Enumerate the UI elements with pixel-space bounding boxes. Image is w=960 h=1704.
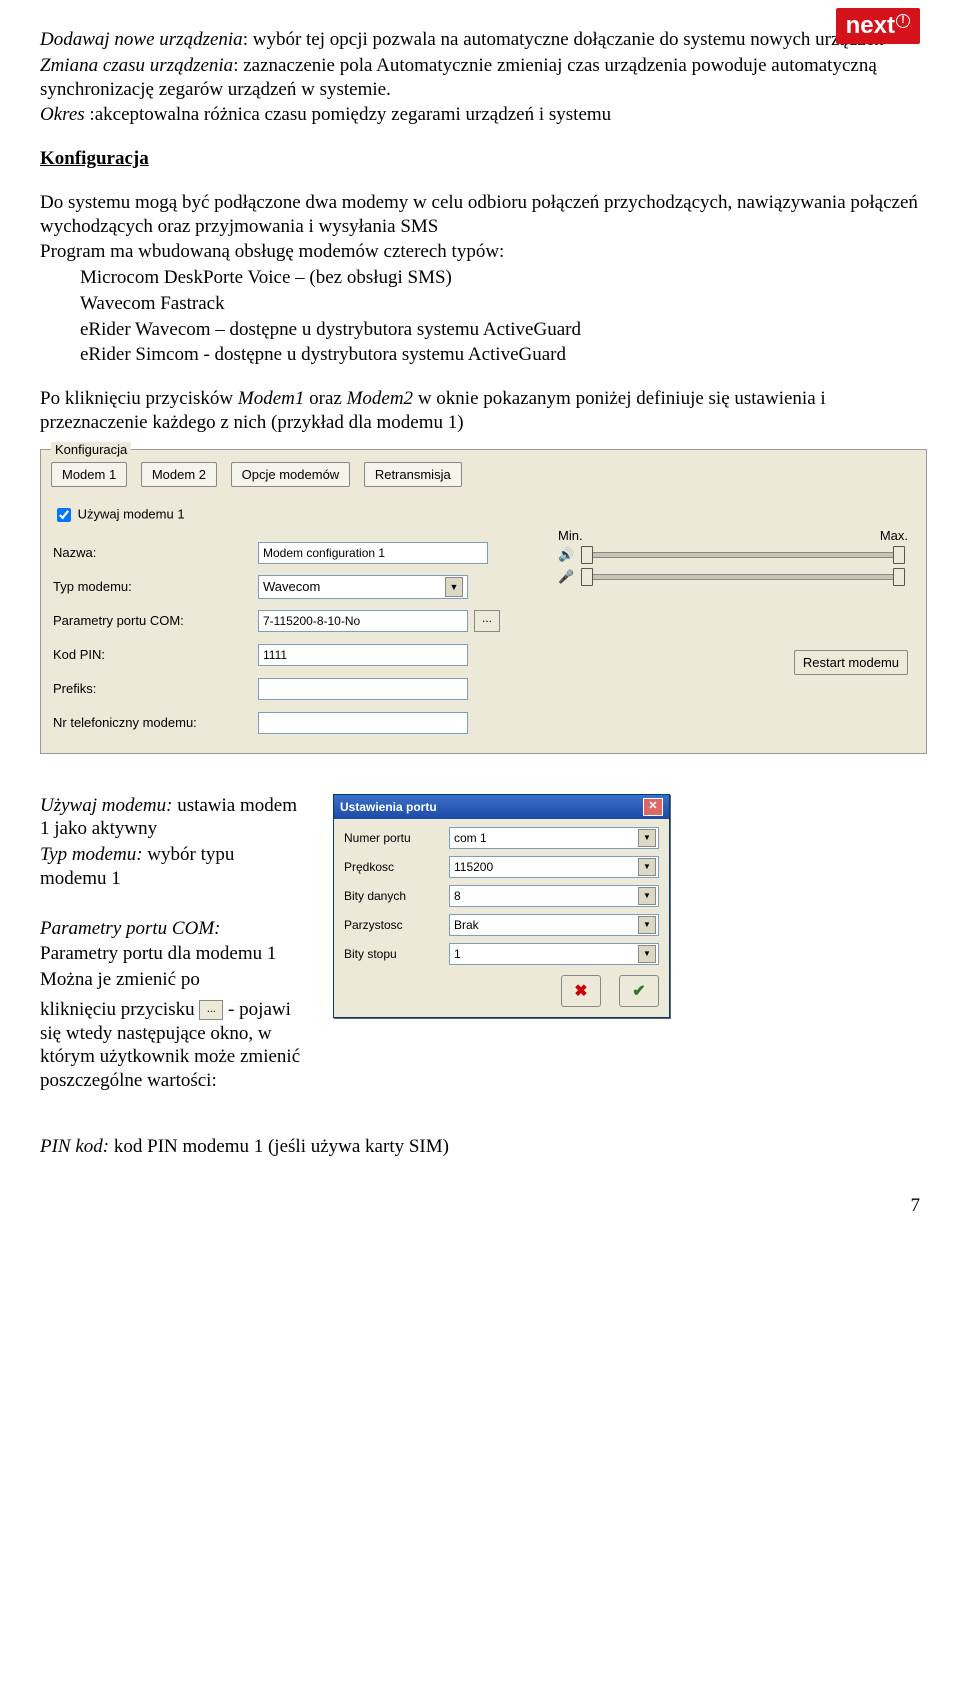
term-modem1: Modem1 bbox=[238, 388, 304, 409]
paragraph-modems-intro: Do systemu mogą być podłączone dwa modem… bbox=[40, 191, 920, 239]
speaker-slider-max-thumb[interactable] bbox=[893, 546, 905, 564]
tab-modem1[interactable]: Modem 1 bbox=[51, 462, 127, 487]
brand-logo: next! bbox=[836, 8, 920, 44]
paragraph-click-buttons: Po kliknięciu przycisków Modem1 oraz Mod… bbox=[40, 387, 920, 435]
tab-modem-options[interactable]: Opcje modemów bbox=[231, 462, 351, 487]
paragraph-pin: PIN kod: kod PIN modemu 1 (jeśli używa k… bbox=[40, 1135, 920, 1159]
tab-retransmission[interactable]: Retransmisja bbox=[364, 462, 462, 487]
com-browse-button[interactable]: ... bbox=[474, 610, 500, 632]
label-port-number: Numer portu bbox=[344, 831, 449, 845]
dialog-title: Ustawienia portu bbox=[340, 800, 437, 814]
paragraph-modem-types: Program ma wbudowaną obsługę modemów czt… bbox=[40, 240, 920, 264]
input-name[interactable] bbox=[258, 542, 488, 564]
desc-com-params-3: kliknięciu przycisku ... - pojawi się wt… bbox=[40, 998, 305, 1093]
use-modem-checkbox[interactable] bbox=[57, 508, 71, 522]
list-item-4: eRider Simcom - dostępne u dystrybutora … bbox=[40, 343, 920, 367]
chevron-down-icon: ▼ bbox=[638, 945, 656, 963]
term-modem-type: Typ modemu: bbox=[40, 844, 147, 865]
desc-period: :akceptowalna różnica czasu pomiędzy zeg… bbox=[89, 104, 611, 125]
select-databits[interactable]: 8 ▼ bbox=[449, 885, 659, 907]
logo-text: next bbox=[846, 12, 895, 39]
heading-konfiguracja: Konfiguracja bbox=[40, 147, 920, 171]
use-modem-row: Używaj modemu 1 bbox=[53, 505, 914, 525]
chevron-down-icon: ▼ bbox=[445, 577, 463, 597]
term-period: Okres bbox=[40, 104, 89, 125]
paragraph-time-change: Zmiana czasu urządzenia: zaznaczenie pol… bbox=[40, 54, 920, 102]
label-databits: Bity danych bbox=[344, 889, 449, 903]
config-panel: Konfiguracja Modem 1 Modem 2 Opcje modem… bbox=[40, 449, 927, 754]
chevron-down-icon: ▼ bbox=[638, 887, 656, 905]
use-modem-label: Używaj modemu 1 bbox=[78, 506, 185, 521]
select-baud[interactable]: 115200 ▼ bbox=[449, 856, 659, 878]
label-type: Typ modemu: bbox=[53, 579, 258, 594]
restart-modem-button[interactable]: Restart modemu bbox=[794, 650, 908, 675]
label-tel: Nr telefoniczny modemu: bbox=[53, 715, 258, 730]
ok-button[interactable]: ✔ bbox=[619, 975, 659, 1007]
term-modem2: Modem2 bbox=[347, 388, 413, 409]
desc-com-params-2: Można je zmienić po bbox=[40, 968, 305, 992]
label-prefix: Prefiks: bbox=[53, 681, 258, 696]
desc-pin-code: kod PIN modemu 1 (jeśli używa karty SIM) bbox=[109, 1136, 449, 1157]
paragraph-period: Okres :akceptowalna różnica czasu pomięd… bbox=[40, 103, 920, 127]
groupbox-title: Konfiguracja bbox=[51, 442, 131, 457]
desc-com-params-1: Parametry portu dla modemu 1 bbox=[40, 942, 305, 966]
port-settings-dialog: Ustawienia portu ✕ Numer portu com 1 ▼ P… bbox=[333, 794, 670, 1018]
inline-dots-button[interactable]: ... bbox=[199, 1000, 223, 1020]
label-com: Parametry portu COM: bbox=[53, 613, 258, 628]
select-type-value: Wavecom bbox=[263, 579, 320, 594]
mic-slider[interactable] bbox=[582, 574, 904, 580]
chevron-down-icon: ▼ bbox=[638, 829, 656, 847]
input-prefix[interactable] bbox=[258, 678, 468, 700]
chevron-down-icon: ▼ bbox=[638, 916, 656, 934]
speaker-slider-min-thumb[interactable] bbox=[581, 546, 593, 564]
tab-modem2[interactable]: Modem 2 bbox=[141, 462, 217, 487]
term-use-modem: Używaj modemu: bbox=[40, 795, 177, 816]
logo-mark: ! bbox=[896, 14, 910, 28]
mic-slider-min-thumb[interactable] bbox=[581, 568, 593, 586]
label-pin: Kod PIN: bbox=[53, 647, 258, 662]
speaker-slider[interactable] bbox=[582, 552, 904, 558]
list-item-2: Wavecom Fastrack bbox=[40, 292, 920, 316]
paragraph-add-devices: Dodawaj nowe urządzenia: wybór tej opcji… bbox=[40, 28, 920, 52]
label-stopbits: Bity stopu bbox=[344, 947, 449, 961]
list-item-1: Microcom DeskPorte Voice – (bez obsługi … bbox=[40, 266, 920, 290]
mic-slider-max-thumb[interactable] bbox=[893, 568, 905, 586]
mic-icon: 🎤 bbox=[558, 569, 578, 585]
mic-slider-row: 🎤 bbox=[558, 569, 908, 585]
term-pin-code: PIN kod: bbox=[40, 1136, 109, 1157]
list-item-3: eRider Wavecom – dostępne u dystrybutora… bbox=[40, 318, 920, 342]
speaker-icon: 🔊 bbox=[558, 547, 578, 563]
select-type[interactable]: Wavecom ▼ bbox=[258, 575, 468, 599]
label-min: Min. bbox=[558, 528, 583, 543]
volume-sliders: Min. Max. 🔊 🎤 bbox=[558, 528, 908, 591]
label-max: Max. bbox=[880, 528, 908, 543]
settings-descriptions: Używaj modemu: ustawia modem 1 jako akty… bbox=[40, 794, 305, 1095]
tab-bar: Modem 1 Modem 2 Opcje modemów Retransmis… bbox=[41, 450, 926, 487]
term-add-devices: Dodawaj nowe urządzenia bbox=[40, 29, 243, 50]
input-pin[interactable] bbox=[258, 644, 468, 666]
input-com[interactable] bbox=[258, 610, 468, 632]
term-time-change: Zmiana czasu urządzenia bbox=[40, 55, 233, 76]
term-com-params: Parametry portu COM: bbox=[40, 918, 220, 939]
close-icon[interactable]: ✕ bbox=[643, 798, 663, 816]
speaker-slider-row: 🔊 bbox=[558, 547, 908, 563]
select-stopbits[interactable]: 1 ▼ bbox=[449, 943, 659, 965]
dialog-titlebar: Ustawienia portu ✕ bbox=[334, 795, 669, 819]
page-number: 7 bbox=[40, 1195, 920, 1217]
cancel-button[interactable]: ✖ bbox=[561, 975, 601, 1007]
label-parity: Parzystosc bbox=[344, 918, 449, 932]
label-name: Nazwa: bbox=[53, 545, 258, 560]
desc-add-devices: : wybór tej opcji pozwala na automatyczn… bbox=[243, 29, 884, 50]
input-tel[interactable] bbox=[258, 712, 468, 734]
select-port-number[interactable]: com 1 ▼ bbox=[449, 827, 659, 849]
chevron-down-icon: ▼ bbox=[638, 858, 656, 876]
label-baud: Prędkosc bbox=[344, 860, 449, 874]
select-parity[interactable]: Brak ▼ bbox=[449, 914, 659, 936]
